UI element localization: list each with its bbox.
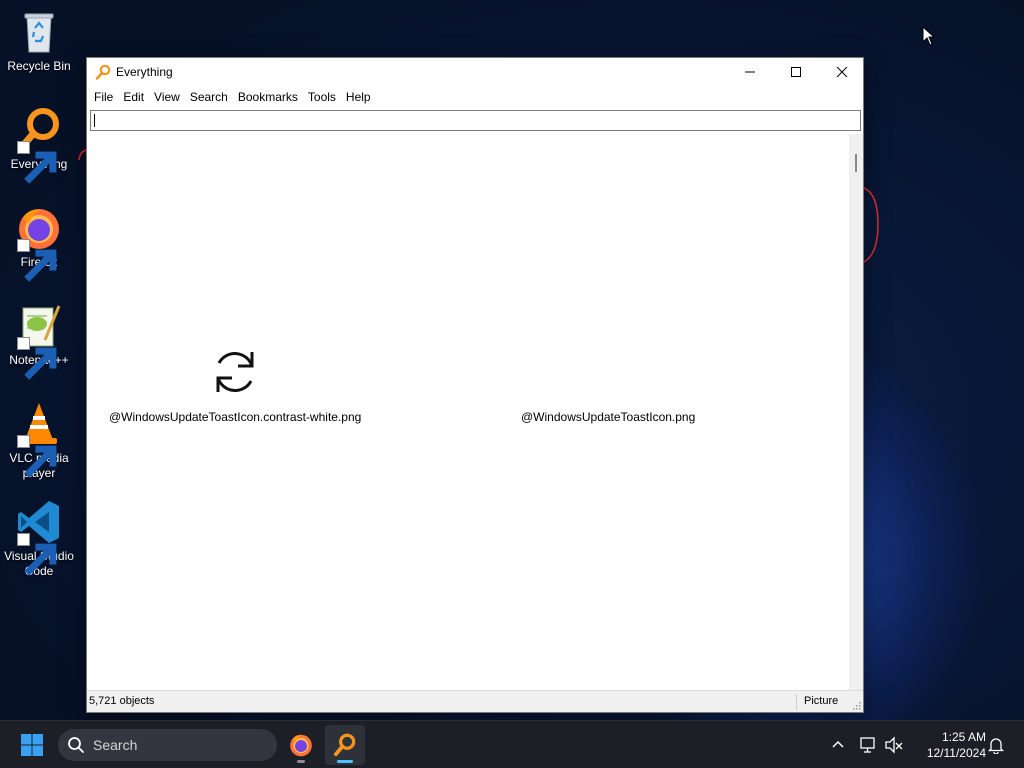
shortcut-arrow-icon xyxy=(17,533,57,576)
window-title: Everything xyxy=(116,65,173,79)
volume-button[interactable] xyxy=(884,735,904,755)
menu-search[interactable]: Search xyxy=(185,86,233,108)
close-icon xyxy=(836,66,848,78)
search-box[interactable] xyxy=(90,110,861,131)
running-indicator xyxy=(297,760,305,763)
mouse-cursor-icon xyxy=(922,26,936,46)
menu-bookmarks[interactable]: Bookmarks xyxy=(233,86,303,108)
start-button[interactable] xyxy=(14,730,50,760)
search-input[interactable] xyxy=(91,111,860,130)
bell-icon xyxy=(987,738,1005,754)
desktop-icon-label: Recycle Bin xyxy=(7,59,71,73)
results-thumbnail-view: @WindowsUpdateToastIcon.contrast-white.p… xyxy=(87,134,849,690)
shortcut-arrow-icon xyxy=(17,435,57,478)
menu-edit[interactable]: Edit xyxy=(118,86,149,108)
minimize-icon xyxy=(745,71,755,73)
everything-icon xyxy=(333,733,356,757)
menu-help[interactable]: Help xyxy=(341,86,376,108)
everything-window: Everything File Edit View Search Bookmar… xyxy=(86,57,864,713)
taskbar-search[interactable]: Search xyxy=(58,729,277,761)
firefox-icon xyxy=(15,204,63,282)
notifications-button[interactable] xyxy=(986,735,1006,755)
clock-date: 12/11/2024 xyxy=(926,746,986,760)
firefox-icon xyxy=(290,734,312,757)
everything-icon xyxy=(15,106,63,184)
close-button[interactable] xyxy=(819,58,865,86)
text-caret xyxy=(94,114,95,127)
network-status-button[interactable] xyxy=(858,735,878,755)
desktop-icon-vlc[interactable]: VLC media player xyxy=(2,400,76,481)
taskbar-clock[interactable]: 1:25 AM 12/11/2024 xyxy=(914,729,986,761)
minimize-button[interactable] xyxy=(727,58,773,86)
taskbar-search-label: Search xyxy=(93,737,138,753)
shortcut-arrow-icon xyxy=(17,141,57,184)
maximize-icon xyxy=(791,67,801,77)
filter-label[interactable]: Picture xyxy=(804,695,838,707)
maximize-button[interactable] xyxy=(773,58,819,86)
everything-icon xyxy=(95,64,111,80)
taskbar-app-everything[interactable] xyxy=(325,725,365,765)
desktop-icon-notepad-plus-plus[interactable]: Notepad++ xyxy=(2,302,76,380)
shortcut-arrow-icon xyxy=(17,337,57,380)
result-item[interactable]: @WindowsUpdateToastIcon.contrast-white.p… xyxy=(105,134,365,434)
search-icon xyxy=(68,737,84,753)
red-scribble-right xyxy=(863,187,879,263)
status-divider xyxy=(796,694,797,710)
speaker-muted-icon xyxy=(885,736,903,754)
taskbar: Search 1:25 AM 12/11/2024 xyxy=(0,720,1024,768)
object-count: 5,721 objects xyxy=(89,695,155,707)
refresh-icon xyxy=(216,352,254,392)
vertical-scrollbar[interactable] xyxy=(849,134,863,690)
clock-time: 1:25 AM xyxy=(941,730,986,744)
shortcut-arrow-icon xyxy=(17,239,57,282)
menu-bar: File Edit View Search Bookmarks Tools He… xyxy=(87,86,863,108)
recycle-bin-icon xyxy=(15,8,63,56)
resize-grip-icon[interactable] xyxy=(852,701,861,710)
chevron-up-icon xyxy=(832,740,844,748)
menu-view[interactable]: View xyxy=(149,86,185,108)
desktop-icon-vscode[interactable]: Visual Studio Code xyxy=(2,498,76,579)
windows-logo-icon xyxy=(21,734,43,756)
vlc-icon xyxy=(15,400,63,478)
taskbar-app-firefox[interactable] xyxy=(281,725,321,765)
menu-tools[interactable]: Tools xyxy=(303,86,341,108)
status-bar: 5,721 objects Picture xyxy=(87,690,863,712)
active-indicator xyxy=(337,760,353,763)
desktop-icon-everything[interactable]: Everything xyxy=(2,106,76,184)
menu-file[interactable]: File xyxy=(89,86,118,108)
scrollbar-thumb[interactable] xyxy=(855,154,857,172)
network-disconnected-icon xyxy=(860,737,875,753)
vscode-icon xyxy=(15,498,63,576)
notepad-plus-plus-icon xyxy=(15,302,63,380)
desktop-icon-firefox[interactable]: Firefox xyxy=(2,204,76,282)
title-bar[interactable]: Everything xyxy=(87,58,863,86)
result-item-name: @WindowsUpdateToastIcon.png xyxy=(521,410,696,424)
result-item-name: @WindowsUpdateToastIcon.contrast-white.p… xyxy=(109,410,362,424)
show-hidden-icons-button[interactable] xyxy=(828,735,848,755)
desktop-icon-recycle-bin[interactable]: Recycle Bin xyxy=(2,8,76,74)
result-item[interactable]: @WindowsUpdateToastIcon.png xyxy=(519,134,779,434)
